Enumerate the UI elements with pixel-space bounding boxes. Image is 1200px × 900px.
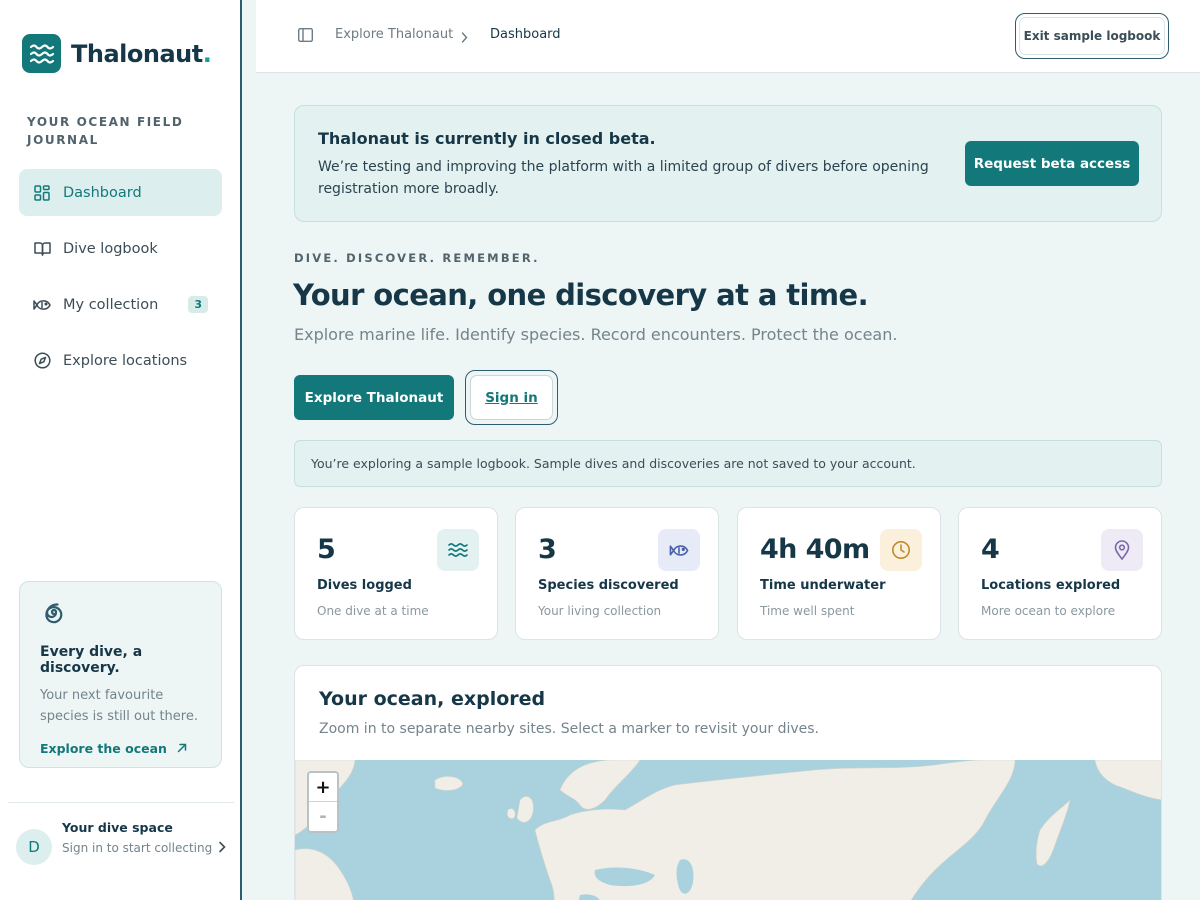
sign-in-button[interactable]: Sign in	[465, 370, 558, 425]
stat-card-dives-logged: 5 Dives logged One dive at a time	[294, 507, 498, 640]
user-info: Your dive space Sign in to start collect…	[62, 818, 218, 857]
stat-label: Species discovered	[538, 578, 679, 593]
waves-logo-icon	[22, 34, 61, 73]
beta-text: We’re testing and improving the platform…	[318, 159, 929, 197]
map-pin-icon	[1101, 529, 1143, 571]
waves-icon	[437, 529, 479, 571]
stat-subtitle: Time well spent	[760, 604, 855, 618]
clock-icon	[880, 529, 922, 571]
stat-label: Dives logged	[317, 578, 412, 593]
book-icon	[33, 240, 51, 258]
stat-value: 3	[538, 534, 557, 565]
sidebar-toggle-icon[interactable]	[297, 27, 314, 43]
stat-value: 4	[981, 534, 1000, 565]
brand[interactable]: Thalonaut.	[22, 34, 212, 73]
stat-value: 5	[317, 534, 336, 565]
stat-label: Time underwater	[760, 578, 886, 593]
chevron-right-icon	[461, 28, 468, 47]
stat-label: Locations explored	[981, 578, 1121, 593]
request-beta-access-button[interactable]: Request beta access	[965, 141, 1139, 186]
sidebar-tagline: YOUR OCEAN FIELD JOURNAL	[27, 115, 184, 147]
stat-card-time-underwater: 4h 40m Time underwater Time well spent	[737, 507, 941, 640]
user-name: Your dive space	[62, 820, 173, 835]
divider	[8, 802, 234, 803]
sidebar-item-label: Explore locations	[63, 352, 188, 369]
explore-ocean-link[interactable]: Explore the ocean	[40, 741, 201, 756]
zoom-in-button[interactable]: +	[309, 773, 337, 802]
breadcrumb-dashboard: Dashboard	[490, 27, 561, 42]
sidebar-item-my-collection[interactable]: My collection 3	[19, 281, 222, 328]
fish-icon	[658, 529, 700, 571]
explore-thalonaut-button[interactable]: Explore Thalonaut	[294, 375, 454, 420]
map-zoom-control: + -	[307, 771, 339, 833]
fish-icon	[33, 296, 51, 314]
stat-card-species-discovered: 3 Species discovered Your living collect…	[515, 507, 719, 640]
beta-banner: Thalonaut is currently in closed beta. W…	[294, 105, 1162, 222]
arrow-up-right-icon	[177, 741, 187, 756]
stat-subtitle: More ocean to explore	[981, 604, 1116, 618]
world-map[interactable]: + -	[295, 759, 1161, 900]
page-title: Your ocean, one discovery at a time.	[293, 278, 869, 312]
promo-card: Every dive, a discovery. Your next favou…	[19, 581, 222, 768]
breadcrumb-explore-thalonaut[interactable]: Explore Thalonaut	[335, 27, 453, 42]
stat-value: 4h 40m	[760, 534, 870, 565]
sidebar-item-dashboard[interactable]: Dashboard	[19, 169, 222, 216]
sidebar-item-label: My collection	[63, 296, 159, 313]
stat-subtitle: One dive at a time	[317, 604, 429, 618]
promo-title: Every dive, a discovery.	[40, 644, 143, 676]
sign-in-label: Sign in	[470, 375, 553, 420]
brand-name: Thalonaut.	[71, 39, 212, 68]
stat-card-locations-explored: 4 Locations explored More ocean to explo…	[958, 507, 1162, 640]
user-subtitle: Sign in to start collecting	[62, 841, 213, 855]
hero-eyebrow: DIVE. DISCOVER. REMEMBER.	[294, 251, 540, 265]
exit-sample-logbook-button[interactable]: Exit sample logbook	[1015, 13, 1169, 59]
map-title: Your ocean, explored	[319, 688, 546, 710]
avatar: D	[16, 829, 52, 865]
promo-text: Your next favourite species is still out…	[40, 688, 198, 724]
compass-icon	[33, 352, 51, 370]
sample-logbook-notice: You’re exploring a sample logbook. Sampl…	[294, 440, 1162, 487]
sidebar-nav: Dashboard Dive logbook My collection 3 E…	[19, 169, 222, 393]
sidebar: Thalonaut. YOUR OCEAN FIELD JOURNAL Dash…	[0, 0, 242, 900]
hero-subtitle: Explore marine life. Identify species. R…	[294, 325, 898, 344]
stat-subtitle: Your living collection	[538, 604, 662, 618]
chevron-right-icon	[218, 838, 226, 857]
sidebar-item-dive-logbook[interactable]: Dive logbook	[19, 225, 222, 272]
map-subtitle: Zoom in to separate nearby sites. Select…	[319, 721, 819, 737]
promo-link-label: Explore the ocean	[40, 741, 167, 756]
ocean-map-card: Your ocean, explored Zoom in to separate…	[294, 665, 1162, 900]
beta-title: Thalonaut is currently in closed beta.	[318, 129, 656, 148]
world-map-land	[295, 759, 1161, 900]
zoom-out-button[interactable]: -	[309, 802, 337, 831]
sidebar-item-explore-locations[interactable]: Explore locations	[19, 337, 222, 384]
exit-sample-logbook-label: Exit sample logbook	[1019, 17, 1165, 55]
spiral-shell-icon	[40, 600, 70, 630]
top-header: Explore Thalonaut Dashboard Exit sample …	[256, 0, 1200, 73]
dashboard-icon	[33, 184, 51, 202]
sidebar-item-label: Dashboard	[63, 184, 142, 201]
user-account-menu[interactable]: D Your dive space Sign in to start colle…	[16, 818, 226, 865]
collection-count-badge: 3	[188, 296, 208, 313]
sidebar-item-label: Dive logbook	[63, 240, 158, 257]
